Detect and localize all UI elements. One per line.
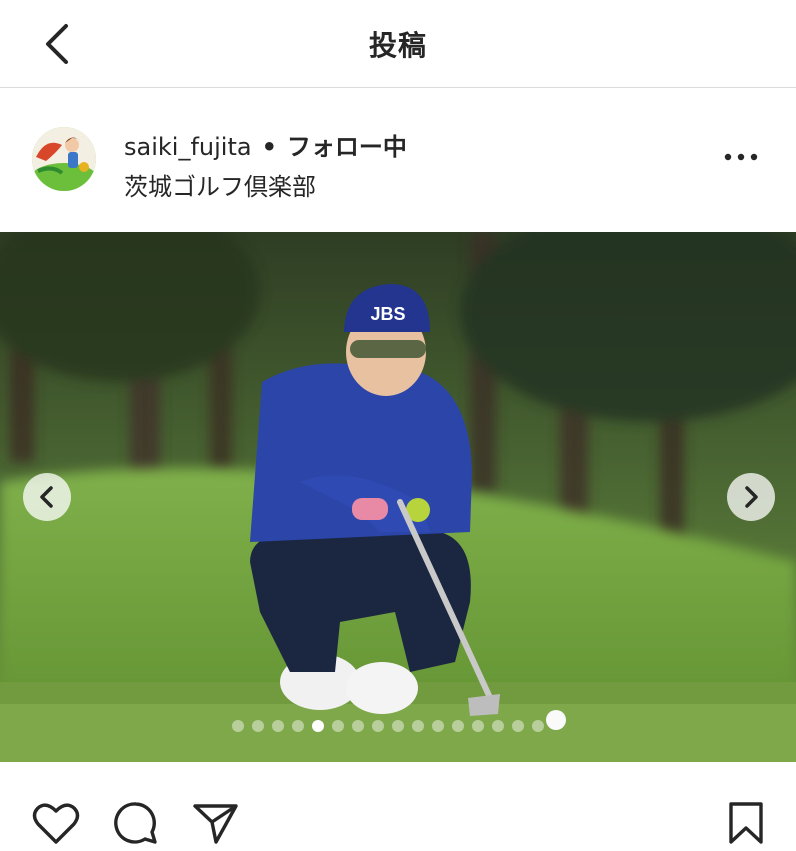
comment-button[interactable] xyxy=(112,800,160,846)
previous-slide-button[interactable] xyxy=(23,473,71,521)
golfer-photo: JBS xyxy=(0,232,796,762)
location-link[interactable]: 茨城ゴルフ倶楽部 xyxy=(124,167,316,202)
carousel-dot[interactable] xyxy=(352,720,364,732)
chevron-right-icon xyxy=(745,486,758,508)
username[interactable]: saiki_fujita xyxy=(124,133,252,161)
comment-icon xyxy=(114,802,157,844)
carousel-dots xyxy=(232,720,544,732)
carousel-dot[interactable] xyxy=(432,720,444,732)
share-button[interactable] xyxy=(192,800,240,846)
user-line: saiki_fujita • フォロー中 xyxy=(124,127,407,162)
page-title: 投稿 xyxy=(368,29,427,62)
carousel-dot[interactable] xyxy=(232,720,244,732)
carousel-dot[interactable] xyxy=(272,720,284,732)
carousel-dot[interactable] xyxy=(332,720,344,732)
paper-plane-icon xyxy=(193,804,238,844)
following-button[interactable]: フォロー中 xyxy=(287,133,407,161)
post-header: saiki_fujita • フォロー中 茨城ゴルフ倶楽部 xyxy=(0,89,796,232)
carousel-dot[interactable] xyxy=(252,720,264,732)
top-bar: 投稿 xyxy=(0,0,796,88)
chevron-left-icon xyxy=(40,486,53,508)
carousel-dot[interactable] xyxy=(412,720,424,732)
carousel-dot[interactable] xyxy=(532,720,544,732)
carousel-dot[interactable] xyxy=(452,720,464,732)
carousel-dot-active[interactable] xyxy=(312,720,324,732)
save-button[interactable] xyxy=(722,800,770,846)
bookmark-icon xyxy=(729,802,763,844)
separator-dot: • xyxy=(261,133,277,161)
like-button[interactable] xyxy=(32,800,80,846)
more-horizontal-icon xyxy=(724,153,758,161)
carousel-dot[interactable] xyxy=(492,720,504,732)
more-options-button[interactable] xyxy=(720,145,762,169)
post-photo[interactable]: JBS xyxy=(0,232,796,762)
carousel-dot[interactable] xyxy=(472,720,484,732)
carousel-dot[interactable] xyxy=(292,720,304,732)
carousel-dot[interactable] xyxy=(392,720,404,732)
avatar[interactable] xyxy=(32,127,96,191)
carousel-dot[interactable] xyxy=(512,720,524,732)
next-slide-button[interactable] xyxy=(727,473,775,521)
cap-logo-text: JBS xyxy=(370,304,405,324)
heart-icon xyxy=(32,803,80,844)
carousel-dot[interactable] xyxy=(372,720,384,732)
action-bar xyxy=(0,762,796,851)
